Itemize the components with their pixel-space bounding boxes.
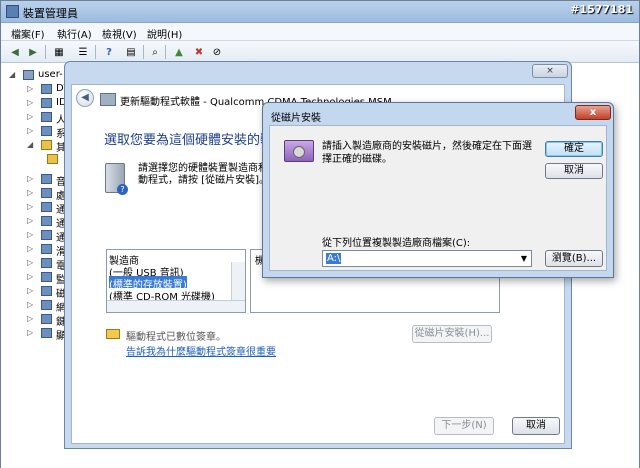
toolbar-separator xyxy=(143,45,144,59)
expand-arrow-icon[interactable]: ▷ xyxy=(27,112,33,121)
device-category-icon xyxy=(41,126,52,136)
expand-arrow-icon[interactable]: ▷ xyxy=(27,216,33,225)
expand-arrow-icon[interactable]: ▷ xyxy=(27,174,33,183)
view-icon[interactable]: ▤ xyxy=(123,44,139,60)
expand-arrow-icon[interactable]: ▷ xyxy=(27,98,33,107)
expand-arrow-icon[interactable]: ▷ xyxy=(27,244,33,253)
expand-arrow-icon[interactable]: ▷ xyxy=(27,314,33,323)
expand-arrow-icon[interactable]: ▷ xyxy=(27,84,33,93)
scan-icon[interactable]: ⌕ xyxy=(147,44,163,60)
browse-button[interactable]: 瀏覽(B)... xyxy=(545,250,603,267)
wizard-instruction: 請選擇您的硬體裝置製造商和 動程式，請按 [從磁片安裝]。 xyxy=(138,163,269,187)
help-icon[interactable]: ? xyxy=(101,44,117,60)
list-item[interactable]: (標準的存放裝置) xyxy=(109,276,187,291)
device-manager-titlebar[interactable]: 裝置管理員 #1577181 xyxy=(1,1,639,23)
expand-arrow-icon[interactable]: ▷ xyxy=(27,272,33,281)
toolbar-separator xyxy=(45,45,46,59)
device-category-icon xyxy=(41,244,52,254)
toolbar-separator xyxy=(95,45,96,59)
horizontal-scrollbar[interactable] xyxy=(107,300,245,312)
hardware-icon xyxy=(100,93,116,106)
device-category-icon xyxy=(41,272,52,282)
expand-arrow-icon[interactable]: ◢ xyxy=(9,70,15,79)
menu-action[interactable]: 執行(A) xyxy=(57,26,92,41)
device-category-icon xyxy=(41,300,52,310)
device-category-icon xyxy=(41,314,52,324)
cancel-button[interactable]: 取消 xyxy=(545,163,603,179)
tree-root-label: user- xyxy=(38,69,63,80)
menu-bar: 檔案(F) 執行(A) 檢視(V) 說明(H) xyxy=(1,23,639,41)
uninstall-icon[interactable]: ✖ xyxy=(191,44,207,60)
watermark-id: #1577181 xyxy=(570,3,633,16)
close-button[interactable]: x xyxy=(575,105,611,120)
next-button[interactable]: 下一步(N) xyxy=(434,417,494,435)
cancel-button[interactable]: 取消 xyxy=(512,417,560,435)
dialog-title: 從磁片安裝 xyxy=(271,113,321,124)
instruction-line: 動程式，請按 [從磁片安裝]。 xyxy=(138,175,269,186)
expand-arrow-icon[interactable]: ▷ xyxy=(27,188,33,197)
list-icon[interactable]: ☰ xyxy=(75,44,91,60)
install-from-disk-dialog: 從磁片安裝 x 請插入製造廠商的安裝磁片，然後確定在下面選擇正確的磁碟。 確定 … xyxy=(262,102,614,278)
device-category-icon xyxy=(41,216,52,226)
device-category-icon xyxy=(41,98,52,108)
device-category-icon xyxy=(41,174,52,184)
signed-status-text: 驅動程式已數位簽章。 xyxy=(126,332,226,343)
disk-drive-icon xyxy=(284,140,314,162)
path-combobox[interactable]: A:\ ▼ xyxy=(322,250,532,267)
manufacturer-list[interactable]: 製造商 (一般 USB 音訊) (標準的存放裝置) (標準 CD-ROM 光碟機… xyxy=(106,249,246,313)
path-value[interactable]: A:\ xyxy=(326,253,342,264)
expand-arrow-icon[interactable]: ▷ xyxy=(27,300,33,309)
back-arrow-icon[interactable]: ◀ xyxy=(76,89,94,107)
other-devices-icon xyxy=(41,140,52,150)
computer-icon xyxy=(23,70,34,80)
menu-file[interactable]: 檔案(F) xyxy=(11,26,45,41)
signing-info-link[interactable]: 告訴我為什麼驅動程式簽章很重要 xyxy=(126,343,276,358)
device-category-icon xyxy=(41,328,52,338)
wizard-heading: 選取您要為這個硬體安裝的裝 xyxy=(104,133,274,148)
path-label: 從下列位置複製製造廠商檔案(C): xyxy=(322,238,471,249)
vertical-scrollbar[interactable] xyxy=(231,262,245,300)
device-category-icon xyxy=(41,84,52,94)
wizard-close-button[interactable]: × xyxy=(532,64,568,78)
back-arrow-icon[interactable]: ◀ xyxy=(7,44,23,60)
expand-arrow-icon[interactable]: ▷ xyxy=(27,202,33,211)
expand-arrow-icon[interactable]: ▷ xyxy=(27,230,33,239)
dialog-content: 請插入製造廠商的安裝磁片，然後確定在下面選擇正確的磁碟。 確定 取消 從下列位置… xyxy=(269,125,607,271)
expand-arrow-icon[interactable]: ▷ xyxy=(27,258,33,267)
device-manager-title: 裝置管理員 xyxy=(23,7,78,20)
unknown-device-icon xyxy=(47,154,58,164)
toolbar: ◀ ▶ ▦ ☰ ? ▤ ⌕ ▲ ✖ ⊘ xyxy=(1,41,639,63)
toolbar-separator xyxy=(165,45,166,59)
tree-root[interactable]: ◢ user- xyxy=(9,68,69,82)
properties-icon[interactable]: ▦ xyxy=(51,44,67,60)
list-item[interactable]: (標準 CD-ROM 光碟機) xyxy=(109,288,215,303)
expand-arrow-icon[interactable]: ◢ xyxy=(27,140,33,149)
update-driver-icon[interactable]: ▲ xyxy=(171,44,187,60)
device-category-icon xyxy=(41,258,52,268)
menu-help[interactable]: 說明(H) xyxy=(147,26,182,41)
expand-arrow-icon[interactable]: ▷ xyxy=(27,328,33,337)
device-category-icon xyxy=(41,230,52,240)
device-manager-icon xyxy=(6,5,19,18)
device-category-icon xyxy=(41,188,52,198)
forward-arrow-icon[interactable]: ▶ xyxy=(25,44,41,60)
expand-arrow-icon[interactable]: ▷ xyxy=(27,126,33,135)
device-category-icon xyxy=(41,112,52,122)
signed-driver-icon xyxy=(106,329,120,339)
menu-view[interactable]: 檢視(V) xyxy=(102,26,137,41)
device-category-icon xyxy=(41,202,52,212)
disable-icon[interactable]: ⊘ xyxy=(209,44,225,60)
expand-arrow-icon[interactable]: ▷ xyxy=(27,286,33,295)
list-item[interactable]: (一般 USB 音訊) xyxy=(109,264,184,279)
dialog-message: 請插入製造廠商的安裝磁片，然後確定在下面選擇正確的磁碟。 xyxy=(322,141,532,165)
have-disk-button[interactable]: 從磁片安裝(H)... xyxy=(412,325,492,343)
device-help-icon xyxy=(105,163,128,195)
ok-button[interactable]: 確定 xyxy=(545,141,603,157)
device-category-icon xyxy=(41,286,52,296)
chevron-down-icon[interactable]: ▼ xyxy=(517,251,531,266)
instruction-line: 請選擇您的硬體裝置製造商和 xyxy=(138,163,268,174)
